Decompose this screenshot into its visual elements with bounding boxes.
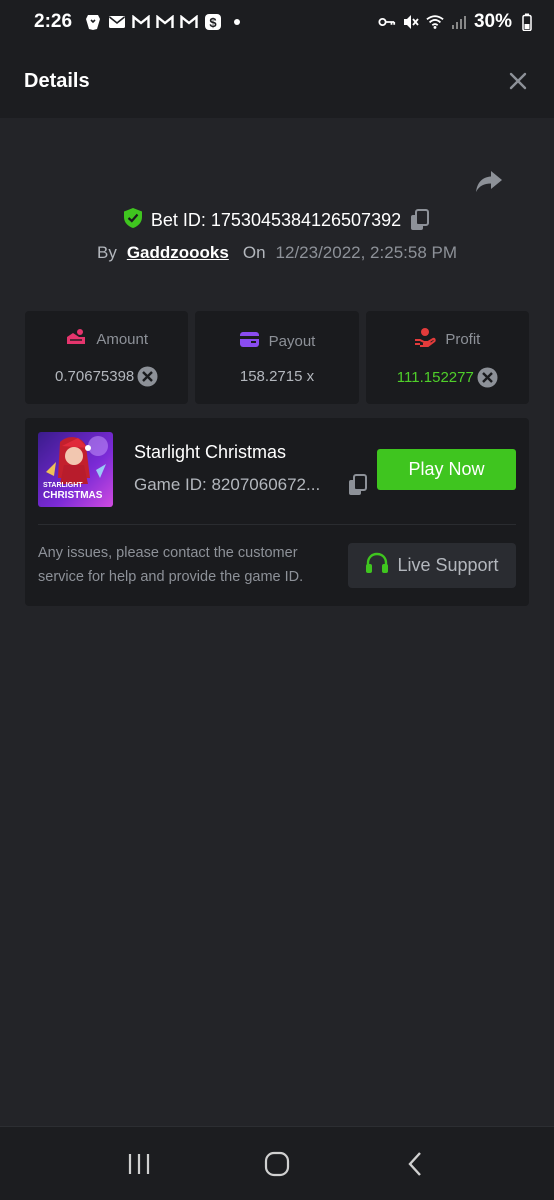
svg-text:$: $: [209, 15, 217, 30]
bet-id: Bet ID: 1753045384126507392: [150, 209, 402, 230]
status-time: 2:26: [34, 11, 73, 32]
share-icon[interactable]: [474, 168, 504, 196]
amount-value: 0.70675398: [55, 368, 135, 385]
game-card: STARLIGHT CHRISTMAS Starlight Christmas …: [25, 418, 529, 606]
close-icon[interactable]: [506, 69, 530, 93]
thumb-text-starlight: STARLIGHT: [43, 482, 83, 489]
game-id-row: Game ID: 8207060672...: [134, 474, 369, 496]
bet-stats: Amount 0.70675398 Payout 158.2715 x Prof…: [25, 311, 529, 404]
live-support-button[interactable]: Live Support: [348, 543, 516, 588]
bet-meta-row: By Gaddzoooks On 12/23/2022, 2:25:58 PM: [0, 238, 554, 268]
battery-icon: [518, 13, 536, 31]
wifi-icon: [426, 13, 444, 31]
help-text: Any issues, please contact the customer …: [38, 545, 304, 585]
amount-card: Amount 0.70675398: [25, 311, 189, 404]
by-label: By: [96, 243, 117, 262]
verified-shield-icon: [123, 207, 143, 234]
back-icon[interactable]: [393, 1142, 437, 1186]
status-bar-left: 2:26 $: [34, 11, 246, 33]
recent-apps-icon[interactable]: [117, 1142, 161, 1186]
payout-value: 158.2715 x: [239, 367, 315, 385]
profit-label: Profit: [445, 330, 481, 348]
dot-icon: [228, 13, 246, 31]
profit-card: Profit 111.152277: [365, 311, 529, 404]
mail-icon: [108, 13, 126, 31]
currency-coin-icon: [477, 367, 498, 388]
thumb-text-christmas: CHRISTMAS: [43, 490, 103, 501]
details-header: Details: [0, 44, 554, 118]
payout-label: Payout: [268, 332, 316, 350]
headset-icon: [365, 552, 389, 579]
battery-percent: 30%: [473, 11, 512, 32]
divider: [38, 524, 516, 525]
key-icon: [378, 13, 396, 31]
brave-icon: [84, 13, 102, 31]
home-icon[interactable]: [255, 1142, 299, 1186]
status-bar: 2:26 $ 30%: [0, 0, 554, 44]
cash-app-icon: $: [204, 13, 222, 31]
bet-id-row: Bet ID: 1753045384126507392: [0, 204, 554, 236]
on-label: On: [242, 243, 266, 262]
gmail-icon: [156, 13, 174, 31]
game-name: Starlight Christmas: [134, 442, 287, 462]
signal-icon: [450, 13, 468, 31]
amount-label: Amount: [96, 330, 149, 348]
amount-icon: [65, 328, 87, 350]
live-support-label: Live Support: [397, 555, 499, 575]
status-bar-right: 30%: [378, 11, 536, 33]
username-link[interactable]: Gaddzoooks: [127, 243, 229, 263]
gmail-icon: [180, 13, 198, 31]
currency-coin-icon: [137, 366, 158, 387]
gmail-icon: [132, 13, 150, 31]
payout-card: Payout 158.2715 x: [195, 311, 359, 404]
game-thumbnail[interactable]: STARLIGHT CHRISTMAS: [38, 432, 113, 507]
game-id: Game ID: 8207060672...: [134, 475, 321, 494]
profit-value: 111.152277: [396, 369, 474, 386]
profit-icon: [414, 327, 436, 351]
copy-game-id-icon[interactable]: [347, 474, 369, 496]
mute-icon: [402, 13, 420, 31]
play-now-button[interactable]: Play Now: [377, 449, 516, 490]
system-nav-bar: [0, 1126, 554, 1200]
bet-datetime: 12/23/2022, 2:25:58 PM: [275, 243, 458, 262]
wallet-icon: [239, 331, 260, 352]
page-title: Details: [24, 69, 90, 92]
copy-bet-id-icon[interactable]: [409, 209, 431, 231]
